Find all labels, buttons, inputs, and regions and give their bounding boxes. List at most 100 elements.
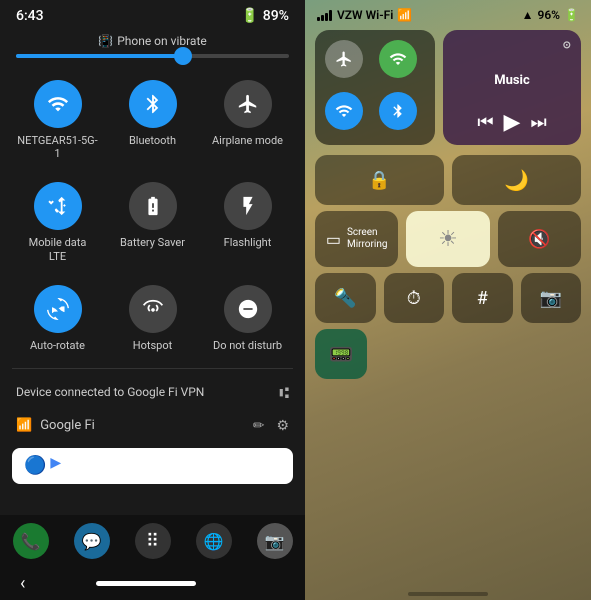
music-label: Music xyxy=(453,73,571,88)
brightness-icon: ☀ xyxy=(438,227,458,252)
battery-saver-icon xyxy=(129,182,177,230)
android-battery: 89% xyxy=(263,8,289,24)
carrier-label: VZW Wi-Fi xyxy=(337,8,393,22)
android-time: 6:43 xyxy=(16,8,44,24)
airplane-label: Airplane mode xyxy=(212,134,283,147)
connectivity-tile xyxy=(315,30,435,145)
ios-status-left: VZW Wi-Fi 📶 xyxy=(317,8,412,22)
airplane-icon xyxy=(224,80,272,128)
battery-icon: 🔋 xyxy=(241,8,258,24)
do-not-disturb-btn[interactable]: 🌙 xyxy=(452,155,581,205)
wifi-label: NETGEAR51-5G-1 xyxy=(16,134,99,160)
hotspot-icon xyxy=(129,285,177,333)
home-button[interactable] xyxy=(96,581,196,586)
mute-icon: 🔇 xyxy=(528,229,550,250)
prev-track-btn[interactable]: ⏮ xyxy=(477,112,493,133)
battery-saver-label: Battery Saver xyxy=(120,236,185,249)
network-name: Google Fi xyxy=(40,418,95,433)
nav-messages[interactable]: 💬 xyxy=(74,523,110,559)
vpn-section: Device connected to Google Fi VPN ⑆ xyxy=(0,373,305,412)
volume-slider[interactable] xyxy=(16,54,289,58)
cellular-signal xyxy=(317,9,332,21)
mobile-data-icon xyxy=(34,182,82,230)
torch-icon: 🔦 xyxy=(334,288,356,309)
nav-phone[interactable]: 📞 xyxy=(13,523,49,559)
hotspot-label: Hotspot xyxy=(133,339,172,352)
next-track-btn[interactable]: ⏭ xyxy=(530,112,546,133)
nav-apps[interactable]: ⠿ xyxy=(135,523,171,559)
dnd-icon xyxy=(224,285,272,333)
calculator-icon: # xyxy=(477,288,488,309)
vpn-text: Device connected to Google Fi VPN xyxy=(16,385,204,399)
bluetooth-icon xyxy=(129,80,177,128)
mobile-data-label: Mobile data LTE xyxy=(29,236,87,262)
ios-home-indicator xyxy=(305,586,591,600)
vibrate-icon: 📳 xyxy=(98,34,113,48)
remote-icon: 📟 xyxy=(329,342,354,366)
wifi-status-icon: 📶 xyxy=(397,8,412,22)
vpn-share-icon[interactable]: ⑆ xyxy=(279,383,289,402)
android-home-bar: ‹ xyxy=(0,567,305,600)
timer-icon: ⏱ xyxy=(407,288,421,309)
settings-network-icon[interactable]: ⚙ xyxy=(276,418,289,434)
torch-btn[interactable]: 🔦 xyxy=(315,273,376,323)
divider-1 xyxy=(12,368,293,369)
camera-btn[interactable]: 📷 xyxy=(521,273,582,323)
tile-hotspot[interactable]: Hotspot xyxy=(107,275,198,360)
ios-battery: 96% xyxy=(537,8,560,22)
network-row: 📶 Google Fi ✏ ⚙ xyxy=(0,412,305,440)
quick-tiles-grid: NETGEAR51-5G-1 Bluetooth Airplane mode xyxy=(0,66,305,364)
android-status-right: 🔋 89% xyxy=(241,8,289,24)
wifi-icon xyxy=(34,80,82,128)
ios-bluetooth-btn[interactable] xyxy=(379,92,417,130)
search-bar-icons: 🔵 ▶ xyxy=(24,455,61,476)
tile-wifi[interactable]: NETGEAR51-5G-1 xyxy=(12,70,103,168)
remote-btn[interactable]: 📟 xyxy=(315,329,367,379)
ios-cellular-btn[interactable] xyxy=(325,92,363,130)
dnd-label: Do not disturb xyxy=(213,339,282,352)
autorotate-label: Auto-rotate xyxy=(30,339,85,352)
home-indicator-line xyxy=(408,592,488,596)
bluetooth-label: Bluetooth xyxy=(129,134,176,147)
flashlight-label: Flashlight xyxy=(224,236,272,249)
tile-autorotate[interactable]: Auto-rotate xyxy=(12,275,103,360)
camera-icon: 📷 xyxy=(540,288,562,309)
airplane-mode-btn[interactable] xyxy=(325,40,363,78)
back-button[interactable]: ‹ xyxy=(20,573,25,594)
timer-btn[interactable]: ⏱ xyxy=(384,273,445,323)
ios-wifi-btn[interactable] xyxy=(379,40,417,78)
android-status-bar: 6:43 🔋 89% xyxy=(0,0,305,28)
ios-status-bar: VZW Wi-Fi 📶 ▲ 96% 🔋 xyxy=(305,0,591,26)
ios-battery-icon: 🔋 xyxy=(564,8,579,22)
android-nav-bar: 📞 💬 ⠿ 🌐 📷 xyxy=(0,515,305,567)
tile-bluetooth[interactable]: Bluetooth xyxy=(107,70,198,168)
location-icon: ▲ xyxy=(522,8,534,22)
nav-camera[interactable]: 📷 xyxy=(257,523,293,559)
screen-mirroring-btn[interactable]: ▭ ScreenMirroring xyxy=(315,211,398,267)
google-icon: 🔵 xyxy=(24,455,46,476)
tile-mobile-data[interactable]: Mobile data LTE xyxy=(12,172,103,270)
rotation-lock-icon: 🔒 xyxy=(368,170,390,191)
network-left: 📶 Google Fi xyxy=(16,418,95,433)
edit-network-icon[interactable]: ✏ xyxy=(253,418,265,434)
search-icon: ▶ xyxy=(50,455,61,476)
airplay-icon: ⊙ xyxy=(453,40,571,51)
screen-mirroring-icon: ▭ xyxy=(326,230,341,249)
nav-chrome[interactable]: 🌐 xyxy=(196,523,232,559)
rotation-lock-btn[interactable]: 🔒 xyxy=(315,155,444,205)
calculator-btn[interactable]: # xyxy=(452,273,513,323)
tile-battery-saver[interactable]: Battery Saver xyxy=(107,172,198,270)
autorotate-icon xyxy=(34,285,82,333)
ios-status-right: ▲ 96% 🔋 xyxy=(522,8,579,22)
play-btn[interactable]: ▶ xyxy=(504,110,521,135)
screen-mirroring-label: ScreenMirroring xyxy=(347,227,388,251)
brightness-btn[interactable]: ☀ xyxy=(406,211,489,267)
tile-dnd[interactable]: Do not disturb xyxy=(202,275,293,360)
music-tile[interactable]: ⊙ Music ⏮ ▶ ⏭ xyxy=(443,30,581,145)
mute-btn[interactable]: 🔇 xyxy=(498,211,581,267)
ios-panel: VZW Wi-Fi 📶 ▲ 96% 🔋 ⊙ xyxy=(305,0,591,600)
search-bar[interactable]: 🔵 ▶ xyxy=(12,448,293,484)
flashlight-icon xyxy=(224,182,272,230)
tile-flashlight[interactable]: Flashlight xyxy=(202,172,293,270)
tile-airplane[interactable]: Airplane mode xyxy=(202,70,293,168)
